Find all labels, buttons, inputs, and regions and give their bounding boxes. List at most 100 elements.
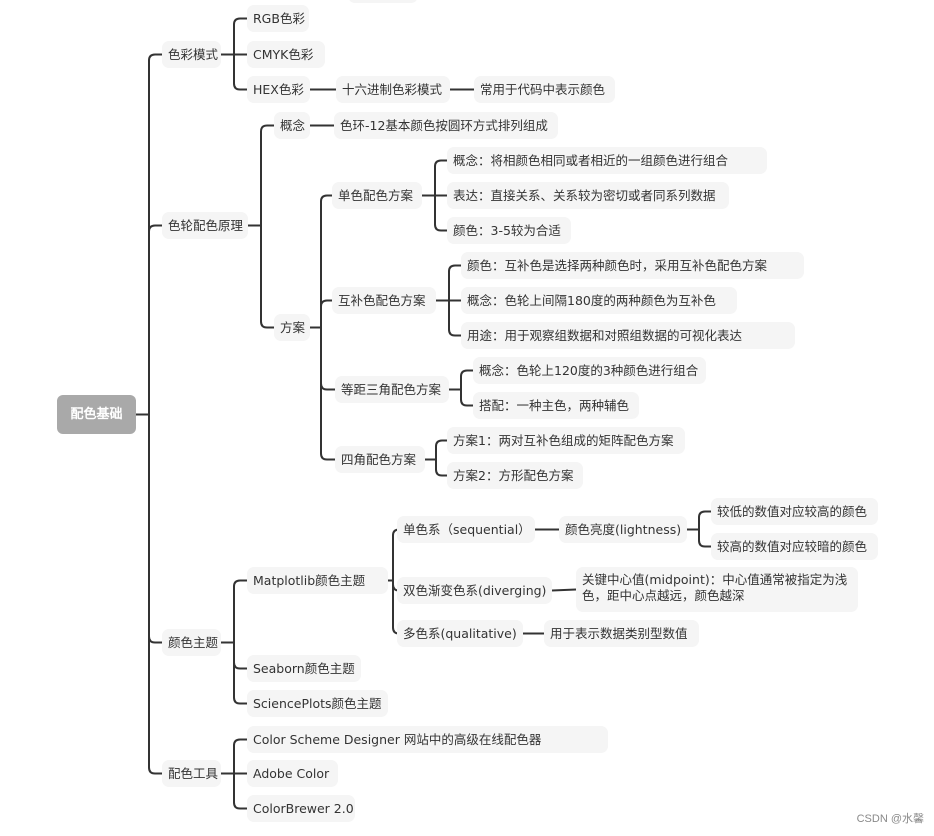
connector-n2b2a [448,264,461,301]
topic-node-n1a[interactable]: RGB色彩 [247,5,309,32]
topic-node-n2b4a[interactable]: 方案1：两对互补色组成的矩阵配色方案 [447,427,685,454]
topic-node-n1c[interactable]: HEX色彩 [247,76,310,103]
connector-n3a [233,579,247,643]
connector-n3a2a [551,588,577,592]
topic-label: ColorBrewer 2.0 [253,800,354,816]
connector-n2b1c [434,195,447,232]
topic-node-n2b2a[interactable]: 颜色：互补色是选择两种颜色时，采用互补色配色方案 [461,252,804,279]
topic-node-n3b[interactable]: Seaborn颜色主题 [247,655,361,682]
topic-node-n3c[interactable]: SciencePlots颜色主题 [247,690,388,717]
topic-node-n4c[interactable]: ColorBrewer 2.0 [247,795,355,822]
topic-label: Seaborn颜色主题 [253,660,355,676]
topic-node-n2b3a[interactable]: 概念：色轮上120度的3种颜色进行组合 [473,357,706,384]
topic-node-n3a1a1[interactable]: 较低的数值对应较高的颜色 [711,498,878,525]
connector-n3a1a2 [698,529,711,548]
connector-n2b4 [320,327,335,461]
topic-node-n1[interactable]: 色彩模式 [162,41,221,68]
connector-n3b [233,642,247,670]
topic-label: 表达：直接关系、关系较为密切或者同系列数据 [453,187,716,203]
topic-label: 单色系（sequential） [403,521,531,537]
topic-label: 常用于代码中表示颜色 [480,81,606,97]
connector-n2b1a [434,159,447,196]
topic-label: 颜色亮度(lightness) [565,521,682,537]
topic-node-n1c1a[interactable]: 常用于代码中表示颜色 [474,76,615,103]
topic-label: 概念 [280,117,306,133]
topic-node-n1b[interactable]: CMYK色彩 [247,41,325,68]
topic-node-n2a1[interactable]: 色环-12基本颜色按圆环方式排列组成 [334,112,558,139]
connector-n2b2c [448,300,461,337]
topic-label: 单色配色方案 [338,187,414,203]
topic-node-n4a[interactable]: Color Scheme Designer 网站中的高级在线配色器 [247,726,608,753]
topic-label: 配色基础 [70,406,123,422]
topic-label: 方案2：方形配色方案 [453,467,574,483]
topic-node-n2a[interactable]: 概念 [274,112,310,139]
topic-node-n2b2[interactable]: 互补色配色方案 [332,287,436,314]
topic-node-offscreen [348,0,418,3]
topic-label: 等距三角配色方案 [341,381,442,397]
topic-node-n4[interactable]: 配色工具 [162,760,221,787]
connector-n2 [148,224,162,415]
topic-label: 关键中心值(midpoint)：中心值通常被指定为浅色，距中心点越远，颜色越深 [582,572,848,603]
topic-node-n2[interactable]: 色轮配色原理 [162,212,248,239]
topic-node-n4b[interactable]: Adobe Color [247,760,338,787]
topic-label: Adobe Color [253,765,330,781]
topic-node-n3a1a[interactable]: 颜色亮度(lightness) [559,516,687,543]
connector-n3a1a1 [698,510,711,530]
connector-n3 [148,414,162,644]
connector-n2b3 [320,327,335,391]
topic-node-n2b1c[interactable]: 颜色：3-5较为合适 [447,217,571,244]
topic-label: 较高的数值对应较暗的颜色 [717,538,868,554]
topic-node-n3[interactable]: 颜色主题 [162,629,221,656]
topic-node-n2b[interactable]: 方案 [274,314,310,341]
topic-label: HEX色彩 [253,81,304,97]
topic-node-n2b3[interactable]: 等距三角配色方案 [335,376,449,403]
topic-node-n3a2[interactable]: 双色渐变色系(diverging) [397,577,552,604]
connector-n2b [260,225,274,329]
connector-n4 [148,414,162,775]
connector-n2b3a [460,369,473,390]
topic-node-n3a[interactable]: Matplotlib颜色主题 [247,567,388,594]
watermark: CSDN @水馨 [856,813,924,825]
topic-label: 双色渐变色系(diverging) [403,582,547,598]
topic-label: 用于表示数据类别型数值 [550,625,688,641]
topic-label: CMYK色彩 [253,46,314,62]
topic-label: 方案 [280,319,306,335]
topic-node-n3a3a[interactable]: 用于表示数据类别型数值 [544,620,699,647]
connector-n2b4a [435,439,447,460]
connector-n4a [233,738,247,774]
topic-label: 色轮配色原理 [168,217,244,233]
connector-n3c [233,642,247,705]
topic-node-n1c1[interactable]: 十六进制色彩模式 [336,76,450,103]
topic-node-n3a2a[interactable]: 关键中心值(midpoint)：中心值通常被指定为浅色，距中心点越远，颜色越深 [576,567,858,612]
topic-node-n3a1a2[interactable]: 较高的数值对应较暗的颜色 [711,533,878,560]
topic-label: 色环-12基本颜色按圆环方式排列组成 [340,117,548,133]
topic-label: RGB色彩 [253,10,305,26]
topic-node-n2b1b[interactable]: 表达：直接关系、关系较为密切或者同系列数据 [447,182,729,209]
topic-label: 互补色配色方案 [338,292,426,308]
connector-n1 [148,53,162,415]
topic-node-n2b1[interactable]: 单色配色方案 [332,182,422,209]
topic-label: Color Scheme Designer 网站中的高级在线配色器 [253,731,542,747]
topic-label: 多色系(qualitative) [403,625,517,641]
topic-node-n2b4b[interactable]: 方案2：方形配色方案 [447,462,583,489]
topic-label: 概念：色轮上120度的3种颜色进行组合 [479,362,699,378]
topic-label: 四角配色方案 [341,451,417,467]
topic-node-n2b1a[interactable]: 概念：将相颜色相同或者相近的一组颜色进行组合 [447,147,767,174]
topic-node-n2b2b[interactable]: 概念：色轮上间隔180度的两种颜色为互补色 [461,287,737,314]
topic-label: Matplotlib颜色主题 [253,572,366,588]
connector-n2a [260,124,274,226]
topic-node-n3a1[interactable]: 单色系（sequential） [397,516,535,543]
topic-label: 概念：色轮上间隔180度的两种颜色为互补色 [467,292,716,308]
topic-label: 较低的数值对应较高的颜色 [717,503,868,519]
topic-node-n2b2c[interactable]: 用途：用于观察组数据和对照组数据的可视化表达 [461,322,795,349]
topic-label: 搭配：一种主色，两种辅色 [479,397,630,413]
topic-node-n3a3[interactable]: 多色系(qualitative) [397,620,523,647]
topic-label: 十六进制色彩模式 [342,81,443,97]
topic-node-n2b4[interactable]: 四角配色方案 [335,446,425,473]
topic-label: 颜色：互补色是选择两种颜色时，采用互补色配色方案 [467,257,768,273]
root-node[interactable]: 配色基础 [57,395,136,434]
topic-label: 用途：用于观察组数据和对照组数据的可视化表达 [467,327,743,343]
topic-label: 颜色主题 [168,634,219,650]
topic-node-n2b3b[interactable]: 搭配：一种主色，两种辅色 [473,392,639,419]
connector-n1a [233,17,247,55]
